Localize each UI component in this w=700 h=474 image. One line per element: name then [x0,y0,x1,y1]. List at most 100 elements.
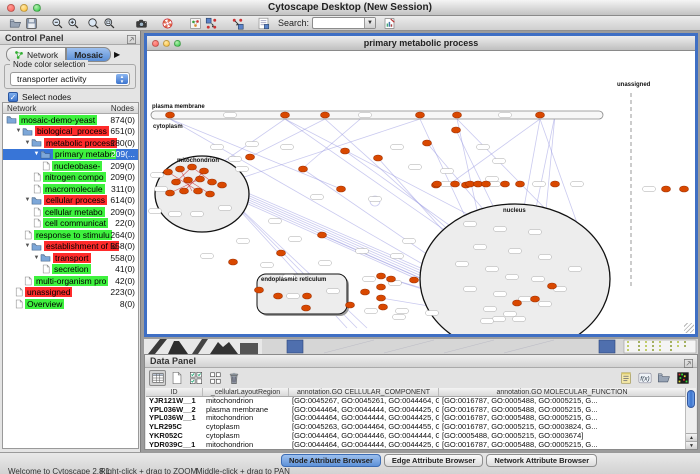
network-node[interactable] [289,237,302,242]
network-node[interactable] [224,113,237,118]
network-node[interactable] [516,181,525,187]
notepad-icon[interactable] [617,370,634,386]
network-node[interactable] [261,263,274,268]
resize-grip[interactable] [684,323,694,333]
network-node[interactable] [229,157,242,162]
network-node[interactable] [441,169,454,174]
table-icon[interactable] [149,370,166,386]
network-node[interactable] [531,296,540,302]
network-node[interactable] [409,165,422,170]
network-node[interactable] [155,187,168,192]
attribute-table[interactable]: ID_cellularLayoutRegionannotation.GO CEL… [146,388,686,449]
column-header[interactable]: annotation.GO MOLECULAR_FUNCTION [439,388,686,396]
network-tree-item[interactable]: response to stimulu264(0) [3,229,138,241]
network-node[interactable] [164,169,173,175]
network-tree-item[interactable]: ▼establishment of lo558(0) [3,241,138,253]
network-node[interactable] [474,245,487,250]
network-node[interactable] [208,179,217,185]
network-tree-item[interactable]: macromolecule311(0) [3,183,138,195]
network-node[interactable] [327,289,340,294]
network-tree-item[interactable]: nucleobase-209(0) [3,160,138,172]
scrollbar-thumb[interactable] [687,390,695,408]
network-node[interactable] [482,181,491,187]
network-node[interactable] [219,206,232,211]
network-node[interactable] [486,177,499,182]
network-node[interactable] [246,142,259,147]
network-node[interactable] [506,275,519,280]
network-tree-item[interactable]: unassigned223(0) [3,287,138,299]
background-window-fragment[interactable] [144,339,698,354]
network-node[interactable] [509,249,522,254]
network-tree-item[interactable]: secretion41(0) [3,264,138,276]
snapshot-icon[interactable] [134,16,148,30]
network-node[interactable] [680,186,689,192]
network-node[interactable] [532,277,545,282]
network-node[interactable] [501,181,510,187]
network-node[interactable] [321,112,330,118]
float-panel-icon[interactable] [683,356,694,367]
network-node[interactable] [499,113,512,118]
network-tree-item[interactable]: ▼biological_process651(0) [3,126,138,138]
network-node[interactable] [513,300,522,306]
float-panel-icon[interactable] [126,32,137,43]
table-row[interactable]: YPL036W__1mitochondrion[GO:0044464, GO:0… [146,414,686,423]
network-node[interactable] [452,127,461,133]
network-window-titlebar[interactable]: primary metabolic process [147,36,695,51]
network-node[interactable] [149,209,162,214]
zoom-out-icon[interactable] [50,16,64,30]
network-tree-item[interactable]: cellular metabo209(0) [3,206,138,218]
network-node[interactable] [377,284,386,290]
network-node[interactable] [391,145,404,150]
table-row[interactable]: YDR039C__1mitochondrion[GO:0044464, GO:0… [146,441,686,450]
network-node[interactable] [569,267,582,272]
network-node[interactable] [391,254,404,259]
network-node[interactable] [486,267,499,272]
column-header[interactable]: ID [146,388,203,396]
network-node[interactable] [539,255,552,260]
network-node[interactable] [277,250,286,256]
select-attributes-icon[interactable] [187,370,204,386]
network-node[interactable] [374,155,383,161]
network-node[interactable] [281,145,294,150]
table-header-row[interactable]: ID_cellularLayoutRegionannotation.GO CEL… [146,388,686,397]
network-node[interactable] [196,176,205,182]
network-node[interactable] [379,304,388,310]
column-header[interactable]: _cellularLayoutRegion [203,388,289,396]
import-table-icon[interactable] [655,370,672,386]
network-node[interactable] [662,186,671,192]
network-node[interactable] [274,293,283,299]
network-node[interactable] [474,181,483,187]
network-node[interactable] [184,177,193,183]
network-node[interactable] [643,187,656,192]
tab-scroll-right-icon[interactable]: ▶ [114,47,120,62]
help-icon[interactable] [160,16,174,30]
table-row[interactable]: YJR121W__1mitochondrion[GO:0045267, GO:0… [146,397,686,406]
network-node[interactable] [269,219,282,224]
network-node[interactable] [318,232,327,238]
network-node[interactable] [494,227,507,232]
network-node[interactable] [361,289,370,295]
network-node[interactable] [236,167,249,172]
network-canvas[interactable]: plasma membranecytoplasmmitochondrionnuc… [147,51,695,334]
layout-nodes-icon[interactable] [204,16,218,30]
select-nodes-checkbox[interactable]: ✓ [8,92,18,102]
network-node[interactable] [303,293,312,299]
network-node[interactable] [513,317,526,322]
network-node[interactable] [299,166,308,172]
vizmap-icon[interactable] [188,16,202,30]
expand-arrow-icon[interactable]: ▼ [24,243,31,249]
expand-arrow-icon[interactable]: ▼ [33,151,40,157]
column-header[interactable]: annotation.GO CELLULAR_COMPONENT [289,388,439,396]
network-tree-item[interactable]: ▼primary metabo209(... [3,149,138,161]
table-row[interactable]: YKR052Ccytoplasm[GO:0044464, GO:0044446,… [146,432,686,441]
network-node[interactable] [341,148,350,154]
scroll-up-icon[interactable]: ▲ [686,433,697,441]
network-tree-item[interactable]: ▼metabolic process280(0) [3,137,138,149]
network-node[interactable] [356,249,369,254]
network-node[interactable] [464,287,477,292]
network-node[interactable] [206,191,215,197]
network-node[interactable] [246,154,255,160]
network-node[interactable] [387,276,396,282]
network-node[interactable] [453,112,462,118]
network-node[interactable] [377,295,386,301]
